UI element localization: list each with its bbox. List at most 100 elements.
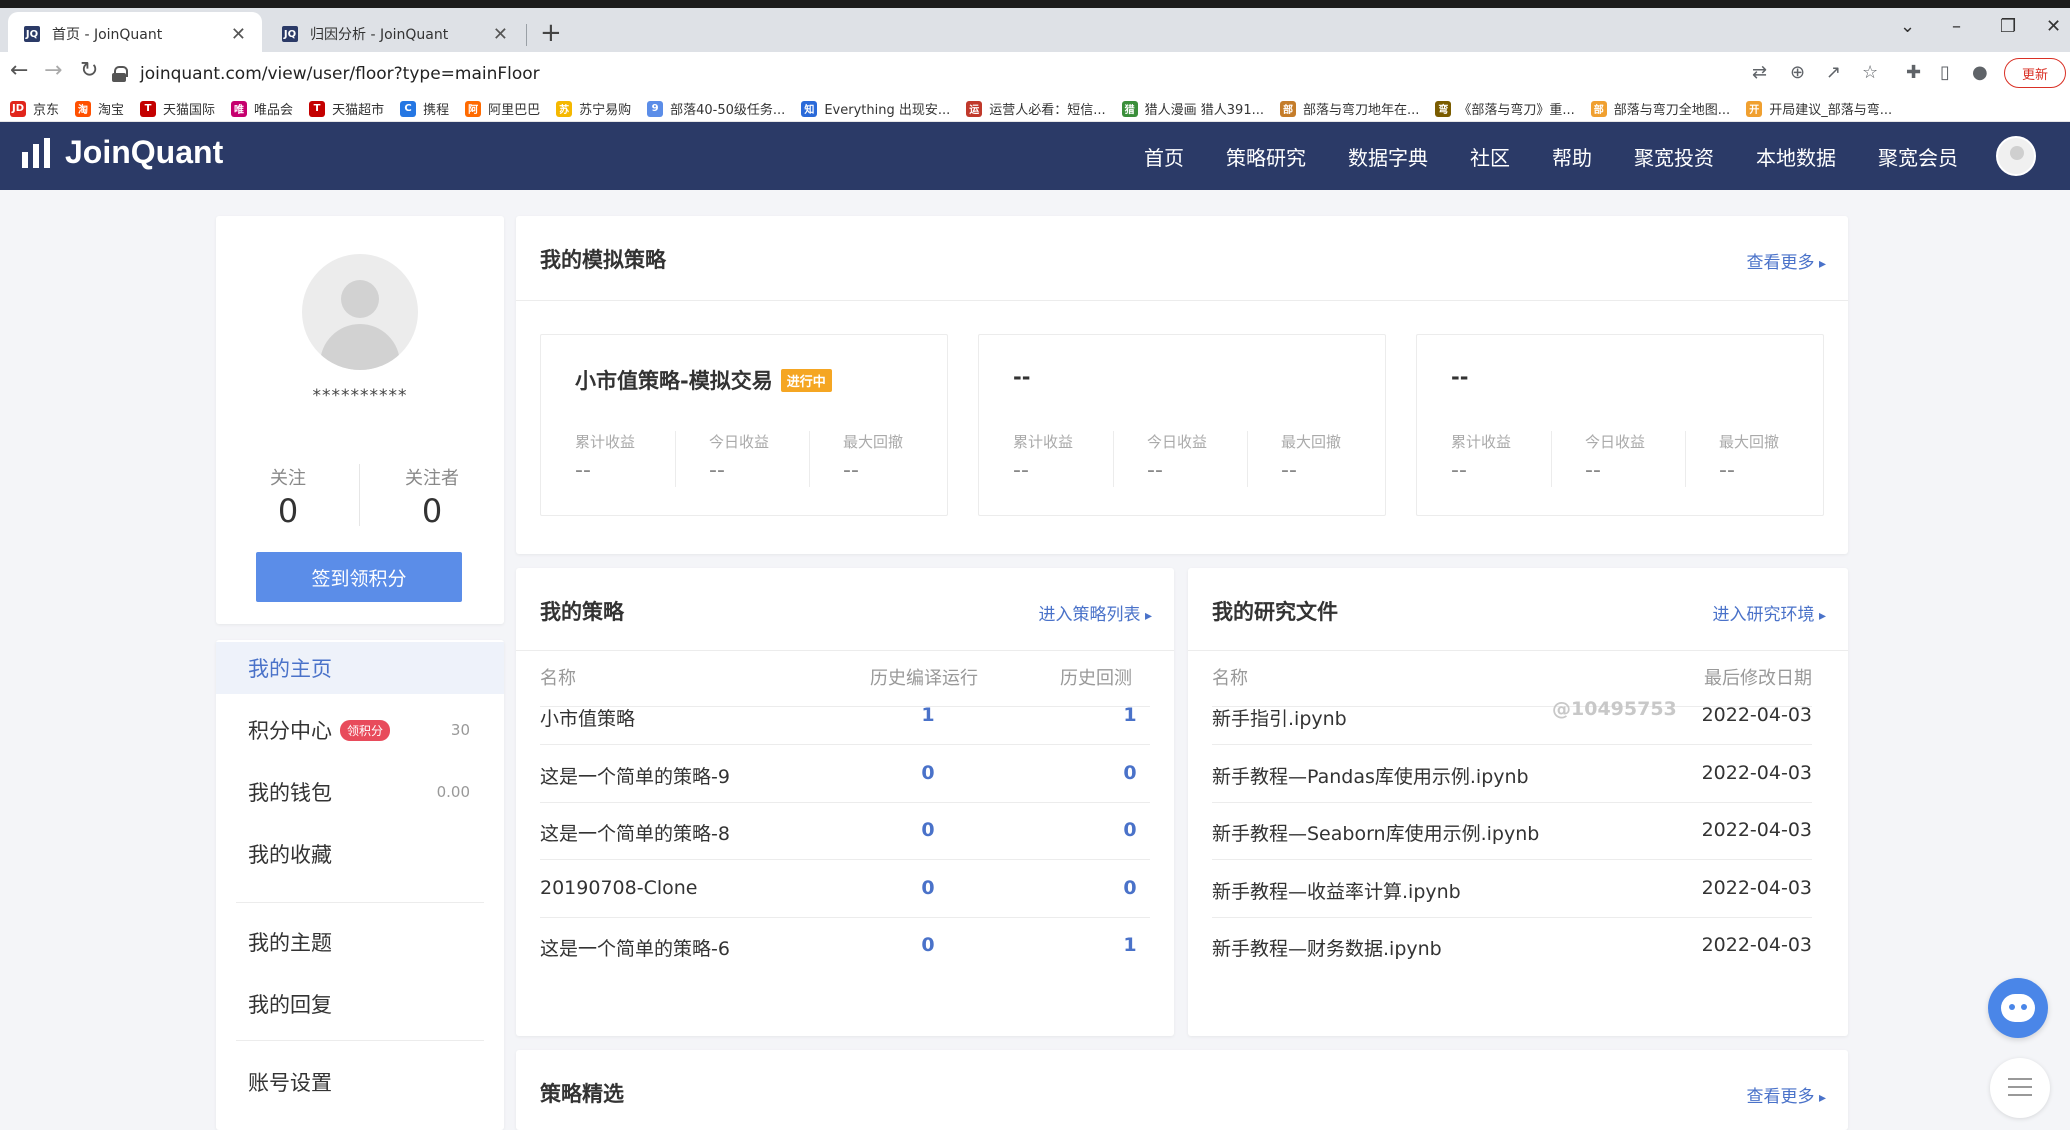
compile-count[interactable]: 0	[908, 762, 948, 784]
profile-avatar[interactable]	[302, 254, 418, 370]
menu-item-settings[interactable]: 账号设置	[216, 1056, 504, 1108]
strategy-list-link[interactable]: 进入策略列表	[1039, 600, 1152, 625]
bookmark-item[interactable]: 苏苏宁易购	[556, 99, 631, 118]
reload-icon[interactable]: ↻	[80, 58, 98, 83]
new-tab-icon[interactable]: +	[540, 18, 562, 48]
sim-metric: 今日收益 --	[1551, 431, 1685, 483]
metric-divider	[675, 431, 676, 487]
bookmark-item[interactable]: 猎猎人漫画 猎人391...	[1121, 99, 1264, 118]
strategy-name[interactable]: 这是一个简单的策略-6	[540, 934, 730, 961]
col-name: 名称	[1212, 668, 1248, 689]
backtest-count[interactable]: 1	[1110, 704, 1150, 726]
menu-item-replies[interactable]: 我的回复	[216, 978, 504, 1030]
signin-points-button[interactable]: 签到领积分	[256, 552, 462, 602]
bookmark-item[interactable]: JD 京东	[10, 99, 59, 118]
bookmark-item[interactable]: 部部落与弯刀地年在...	[1279, 99, 1419, 118]
nav-item-4[interactable]: 帮助	[1552, 142, 1592, 171]
featured-view-more-link[interactable]: 查看更多	[1747, 1082, 1826, 1107]
bookmark-item[interactable]: 知 Everything 出现安...	[801, 99, 950, 118]
address-bar[interactable]: joinquant.com/view/user/floor?type=mainF…	[112, 56, 1652, 92]
tab-attribution[interactable]: JQ 归因分析 - JoinQuant ✕	[266, 12, 524, 56]
nav-item-7[interactable]: 聚宽会员	[1878, 142, 1958, 171]
backtest-count[interactable]: 0	[1110, 762, 1150, 784]
back-icon[interactable]: ←	[10, 58, 28, 83]
research-file-name[interactable]: 新手教程—Pandas库使用示例.ipynb	[1212, 762, 1529, 789]
user-avatar[interactable]	[1996, 136, 2036, 176]
update-button[interactable]: 更新	[2004, 58, 2066, 88]
strategy-name[interactable]: 小市值策略	[540, 704, 635, 731]
nav-item-6[interactable]: 本地数据	[1756, 142, 1836, 171]
menu-item-wallet[interactable]: 我的钱包 0.00	[216, 766, 504, 818]
follower-stat[interactable]: 关注者 0	[360, 464, 504, 530]
sim-view-more-link[interactable]: 查看更多	[1747, 248, 1826, 273]
sim-strategy-box[interactable]: 小市值策略-模拟交易 进行中 累计收益 -- 今日收益 -- 最大回撤 --	[540, 334, 948, 516]
catalog-button[interactable]	[1990, 1058, 2050, 1118]
profile-icon[interactable]: ●	[1972, 62, 1988, 83]
research-file-name[interactable]: 新手教程—收益率计算.ipynb	[1212, 877, 1461, 904]
forward-icon[interactable]: →	[44, 58, 62, 83]
sim-strategy-name[interactable]: --	[1013, 365, 1030, 389]
menu-item-favorites[interactable]: 我的收藏	[216, 828, 504, 880]
nav-item-2[interactable]: 数据字典	[1348, 142, 1428, 171]
bookmark-item[interactable]: 淘淘宝	[75, 99, 124, 118]
nav-item-3[interactable]: 社区	[1470, 142, 1510, 171]
username: **********	[312, 386, 408, 406]
zoom-icon[interactable]: ⊕	[1790, 62, 1805, 83]
bookmark-item[interactable]: 弯《部落与弯刀》重...	[1435, 99, 1575, 118]
sim-strategy-box[interactable]: -- 累计收益 -- 今日收益 -- 最大回撤 --	[1416, 334, 1824, 516]
menu-item-topics[interactable]: 我的主题	[216, 916, 504, 968]
backtest-count[interactable]: 0	[1110, 819, 1150, 841]
close-tab-icon[interactable]: ✕	[493, 24, 508, 45]
site-logo[interactable]: JoinQuant	[22, 134, 223, 171]
strategy-name[interactable]: 这是一个简单的策略-8	[540, 819, 730, 846]
extensions-icon[interactable]: ✚	[1906, 62, 1921, 83]
compile-count[interactable]: 0	[908, 934, 948, 956]
bookmark-star-icon[interactable]: ☆	[1862, 62, 1878, 83]
research-env-link[interactable]: 进入研究环境	[1713, 600, 1826, 625]
backtest-count[interactable]: 1	[1110, 934, 1150, 956]
nav-item-1[interactable]: 策略研究	[1226, 142, 1306, 171]
research-file-name[interactable]: 新手教程—财务数据.ipynb	[1212, 934, 1442, 961]
metric-value: --	[1013, 458, 1029, 483]
strategy-name[interactable]: 这是一个简单的策略-9	[540, 762, 730, 789]
bookmark-label: 阿里巴巴	[488, 103, 541, 118]
tab-label: 归因分析 - JoinQuant	[310, 27, 449, 43]
restore-icon[interactable]: ❐	[2000, 16, 2016, 37]
minimize-icon[interactable]: –	[1952, 16, 1961, 37]
side-panel-icon[interactable]: ▯	[1940, 62, 1950, 83]
tab-search-icon[interactable]: ⌄	[1900, 16, 1915, 37]
share-icon[interactable]: ↗	[1826, 62, 1841, 83]
compile-count[interactable]: 0	[908, 877, 948, 899]
menu-item-home[interactable]: 我的主页	[216, 642, 504, 694]
tab-separator	[526, 24, 527, 46]
sim-strategy-name[interactable]: --	[1451, 365, 1468, 389]
strategy-name[interactable]: 20190708-Clone	[540, 877, 697, 899]
sim-metric: 今日收益 --	[1113, 431, 1247, 483]
bookmark-item[interactable]: 运运营人必看：短信...	[966, 99, 1106, 118]
compile-count[interactable]: 1	[908, 704, 948, 726]
nav-item-0[interactable]: 首页	[1144, 142, 1184, 171]
bookmark-item[interactable]: C 携程	[400, 99, 449, 118]
menu-item-points[interactable]: 积分中心 领积分 30	[216, 704, 504, 756]
sim-strategy-box[interactable]: -- 累计收益 -- 今日收益 -- 最大回撤 --	[978, 334, 1386, 516]
bookmark-item[interactable]: 阿阿里巴巴	[465, 99, 540, 118]
research-file-name[interactable]: 新手指引.ipynb	[1212, 704, 1347, 731]
bookmark-item[interactable]: T 天猫国际	[140, 99, 215, 118]
bookmark-item[interactable]: T 天猫超市	[309, 99, 384, 118]
close-tab-icon[interactable]: ✕	[231, 24, 246, 45]
sim-strategy-name[interactable]: 小市值策略-模拟交易 进行中	[575, 365, 832, 395]
backtest-count[interactable]: 0	[1110, 877, 1150, 899]
close-window-icon[interactable]: ✕	[2046, 16, 2061, 37]
bookmark-item[interactable]: 唯唯品会	[231, 99, 293, 118]
translate-icon[interactable]: ⇄	[1752, 62, 1767, 83]
bookmark-item[interactable]: 9 部落40-50级任务...	[647, 99, 785, 118]
follow-stat[interactable]: 关注 0	[216, 464, 360, 530]
tab-home[interactable]: JQ 首页 - JoinQuant ✕	[8, 12, 262, 56]
research-file-name[interactable]: 新手教程—Seaborn库使用示例.ipynb	[1212, 819, 1539, 846]
compile-count[interactable]: 0	[908, 819, 948, 841]
bookmark-item[interactable]: 部部落与弯刀全地图...	[1590, 99, 1730, 118]
nav-item-5[interactable]: 聚宽投资	[1634, 142, 1714, 171]
row-divider	[540, 859, 1150, 860]
bookmark-item[interactable]: 开开局建议_部落与弯...	[1746, 99, 1892, 118]
customer-service-button[interactable]	[1988, 978, 2048, 1038]
